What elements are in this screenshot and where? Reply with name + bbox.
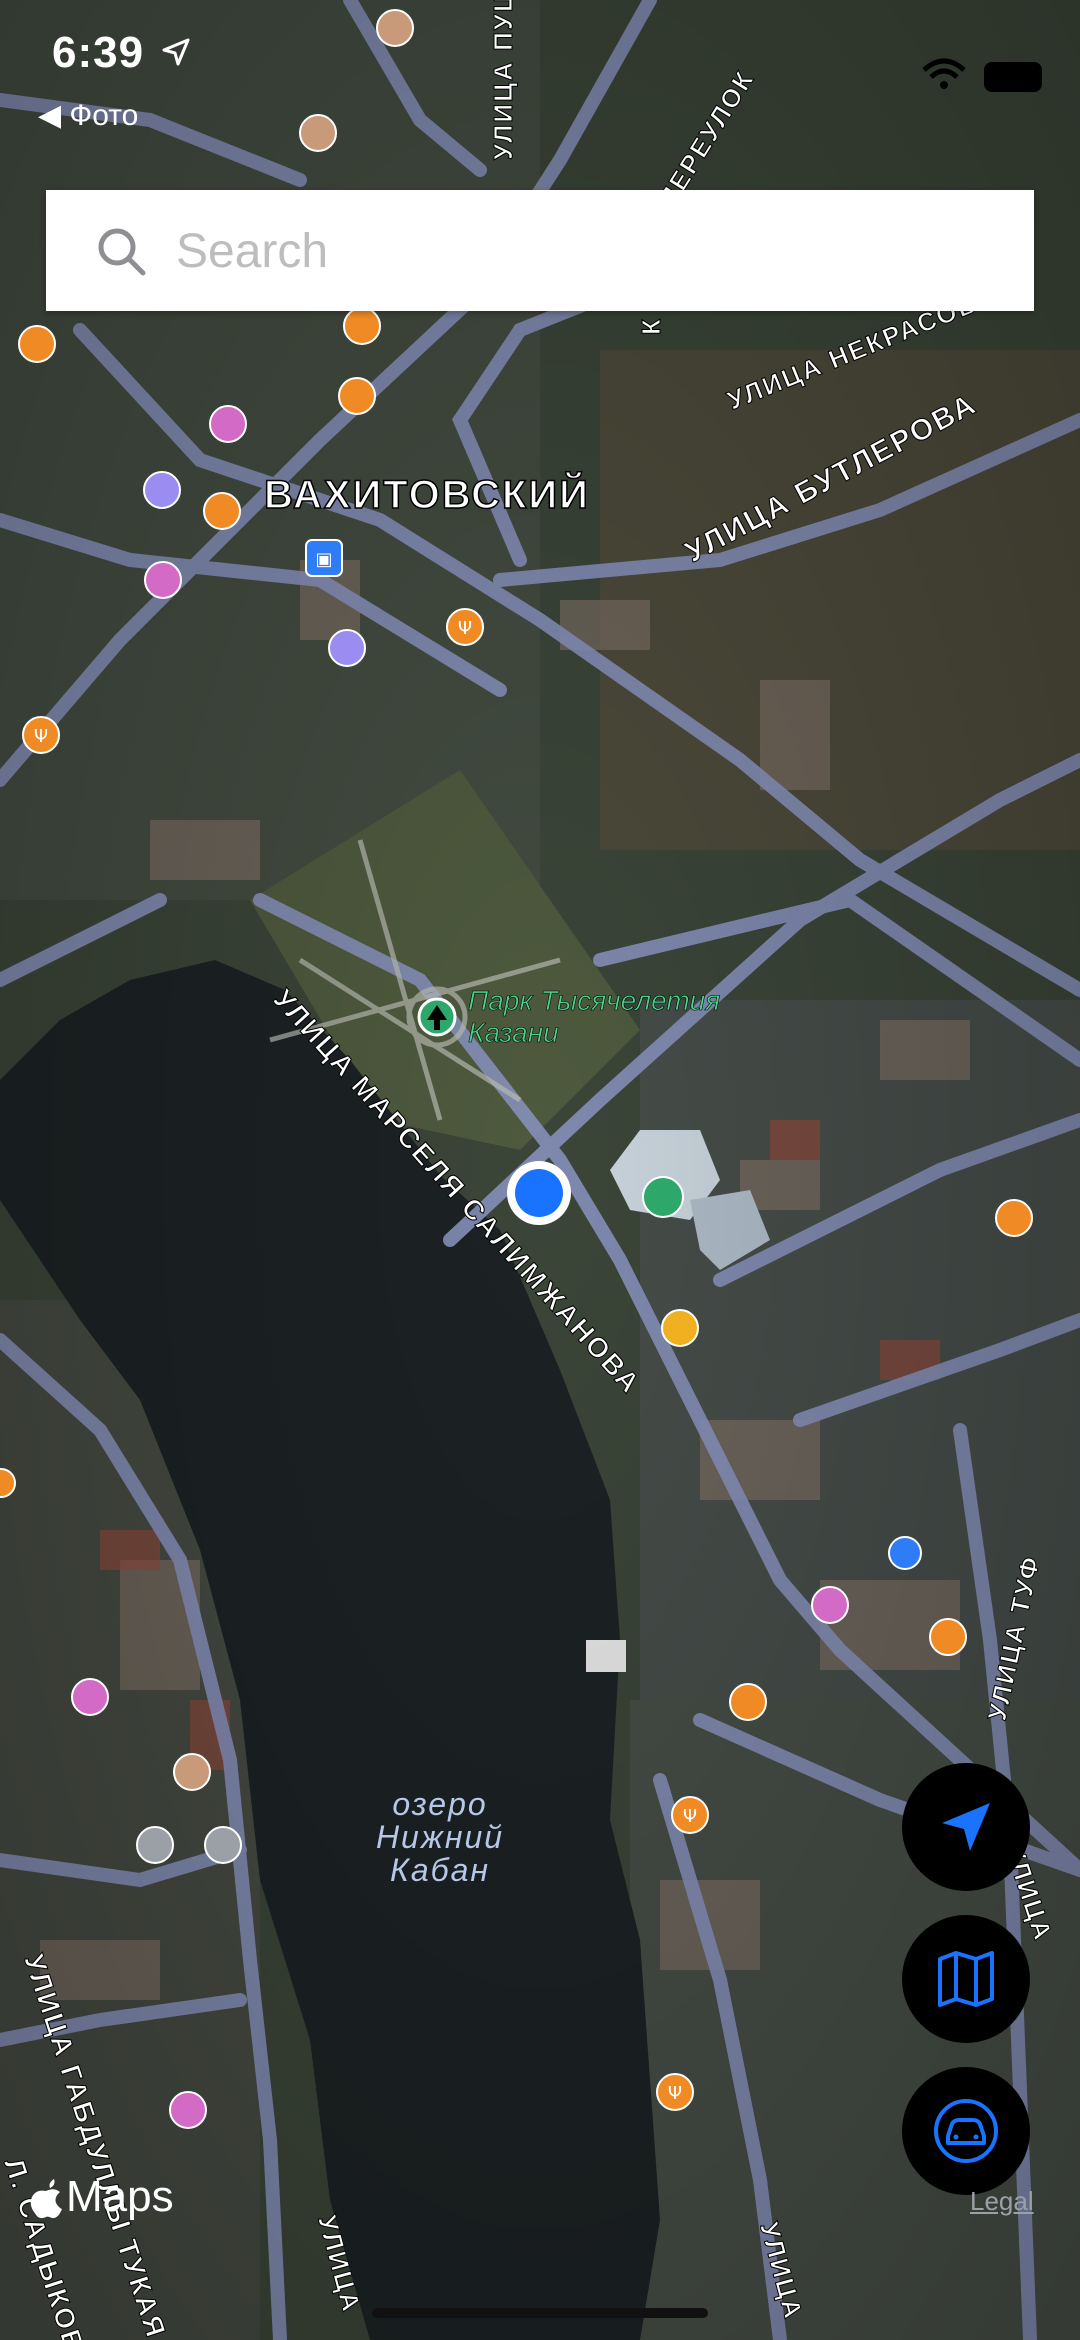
search-input[interactable]	[174, 212, 998, 290]
poi-pink-icon[interactable]	[811, 1586, 849, 1624]
map-icon	[938, 1951, 994, 2007]
hotel-poi-icon[interactable]	[328, 629, 366, 667]
legal-link[interactable]: Legal	[970, 2186, 1034, 2217]
lake-label-line2: Нижний	[376, 1819, 504, 1855]
fork-knife-glyph-icon: Ψ	[34, 726, 48, 747]
district-label: ВАХИТОВСКИЙ	[264, 471, 590, 517]
park-label-line2: Казани	[468, 1017, 559, 1048]
museum-poi-icon[interactable]	[169, 2091, 207, 2129]
search-icon	[98, 228, 146, 276]
home-indicator[interactable]	[372, 2308, 708, 2318]
user-location-dot[interactable]	[507, 1161, 571, 1225]
apple-maps-logo: Maps	[26, 2172, 174, 2222]
metro-glyph-icon: ▣	[315, 549, 332, 570]
map-mode-button[interactable]	[902, 1915, 1030, 2043]
hotel-poi-icon[interactable]	[143, 471, 181, 509]
fork-knife-glyph-icon: Ψ	[683, 1806, 697, 1827]
current-location-button[interactable]	[902, 1763, 1030, 1891]
apple-logo-icon	[30, 2179, 62, 2219]
maps-brand-text: Maps	[66, 2172, 174, 2221]
back-to-app-link[interactable]: ◀ Фото	[38, 98, 138, 133]
bar-poi-icon[interactable]	[338, 377, 376, 415]
fork-knife-glyph-icon: Ψ	[668, 2083, 682, 2104]
museum-poi-icon[interactable]	[209, 405, 247, 443]
landmark-poi-icon[interactable]	[136, 1826, 174, 1864]
wifi-icon	[922, 58, 966, 89]
cafe-poi-icon[interactable]	[203, 492, 241, 530]
theater-poi-icon[interactable]	[173, 1753, 211, 1791]
lake-label-line1: озеро	[392, 1786, 487, 1822]
landmark-poi-icon[interactable]	[204, 1826, 242, 1864]
fuel-poi-icon[interactable]	[888, 1536, 922, 1570]
cafe-poi-icon[interactable]	[929, 1618, 967, 1656]
park-label-line1: Парк Тысячелетия	[468, 985, 720, 1016]
street-label-k: К	[636, 317, 666, 335]
museum-poi-icon[interactable]	[71, 1678, 109, 1716]
fork-knife-glyph-icon: Ψ	[458, 618, 472, 639]
shop-poi-icon[interactable]	[18, 325, 56, 363]
stadium-poi-icon[interactable]	[642, 1176, 684, 1218]
battery-icon	[984, 62, 1042, 92]
cafe-poi-icon[interactable]	[343, 307, 381, 345]
cafe-poi-icon[interactable]	[995, 1199, 1033, 1237]
business-poi-icon[interactable]	[661, 1309, 699, 1347]
lake-label-line3: Кабан	[390, 1852, 490, 1888]
transport-mode-button[interactable]	[902, 2067, 1030, 2195]
status-bar: 6:39 ◀ Фото	[0, 0, 1080, 133]
bakery-poi-icon[interactable]	[729, 1683, 767, 1721]
location-arrow-icon	[162, 38, 190, 66]
search-bar[interactable]	[46, 190, 1034, 311]
location-arrow-icon	[942, 1803, 990, 1851]
status-time: 6:39	[52, 28, 145, 77]
car-icon	[934, 2099, 998, 2163]
museum-poi-icon[interactable]	[144, 561, 182, 599]
